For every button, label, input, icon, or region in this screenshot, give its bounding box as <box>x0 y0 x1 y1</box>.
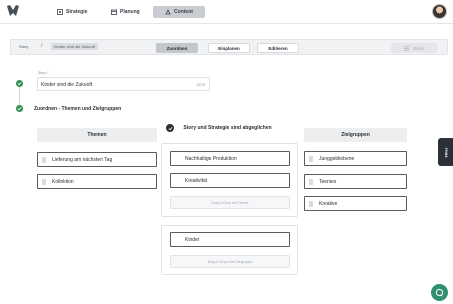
alignment-status-header: Story und Strategie sind abgeglichen <box>183 125 272 131</box>
chat-icon <box>435 288 444 297</box>
drag-handle-icon[interactable] <box>309 200 313 207</box>
assigned-theme-label: Nachhaltige Produktion <box>185 155 237 162</box>
top-navigation: Strategie Planung Content <box>0 0 453 24</box>
drag-handle-icon[interactable] <box>42 156 46 163</box>
chat-support-button[interactable] <box>431 284 448 301</box>
story-button-label: Story <box>413 45 424 51</box>
filter-tab-label: Filter <box>443 147 448 157</box>
assign-button[interactable]: Zuordnen <box>156 43 198 53</box>
assigned-theme-kreativitaet[interactable]: Kreativität <box>170 173 290 188</box>
nav-tab-planung[interactable]: Planung <box>111 6 140 18</box>
breadcrumb-story[interactable]: Story <box>19 44 28 49</box>
filter-side-tab[interactable]: Filter <box>438 138 453 166</box>
audience-dropzone[interactable]: Drag & Drop eine Zielgruppe <box>170 255 290 268</box>
audience-item-label: Junggebliebene <box>319 155 355 162</box>
step-complete-check-icon <box>16 105 23 112</box>
assigned-theme-label: Kreativität <box>185 177 208 184</box>
story-input-value: Kinder sind die Zukunft <box>41 82 93 88</box>
drag-handle-icon[interactable] <box>309 155 313 162</box>
assigned-theme-nachhaltige-produktion[interactable]: Nachhaltige Produktion <box>170 151 290 166</box>
audience-item-teenies[interactable]: Teenies <box>304 174 407 189</box>
nav-tab-label: Planung <box>120 9 140 15</box>
theme-item-kollektion[interactable]: Kollektion <box>37 174 157 189</box>
strategy-icon <box>57 9 63 15</box>
calendar-icon <box>111 9 117 15</box>
story-input[interactable]: Kinder sind die Zukunft 23/75 <box>37 77 210 91</box>
assigned-audience-kinder[interactable]: Kinder <box>170 232 290 247</box>
theme-item-label: Kollektion <box>52 178 74 185</box>
user-avatar[interactable] <box>432 4 447 19</box>
audiences-column-header: Zielgruppen <box>304 128 407 142</box>
theme-dropzone[interactable]: Drag & Drop ein Theme <box>170 196 290 209</box>
drag-handle-icon[interactable] <box>309 178 313 185</box>
breadcrumb-current: Kinder sind die Zukunft <box>51 43 98 50</box>
schedule-button[interactable]: Einplanen <box>208 43 250 53</box>
brand-logo-icon[interactable] <box>6 4 20 18</box>
edit-button[interactable]: Editieren <box>257 43 299 53</box>
content-icon <box>165 9 171 15</box>
themes-column-header: Themen <box>37 128 157 142</box>
nav-tab-label: Content <box>174 9 193 15</box>
audience-item-label: Teenies <box>319 178 337 185</box>
list-icon <box>404 46 410 50</box>
story-button[interactable]: Story <box>391 43 437 53</box>
nav-tab-content[interactable]: Content <box>153 6 205 18</box>
nav-tab-label: Strategie <box>66 9 88 15</box>
audience-item-junggebliebene[interactable]: Junggebliebene <box>304 151 407 166</box>
story-field-label: Story * <box>38 71 49 75</box>
step-complete-check-icon <box>16 80 23 87</box>
section-title: Zuordnen - Themen und Zielgruppen <box>34 106 122 112</box>
character-counter: 23/75 <box>196 82 205 87</box>
nav-tab-strategie[interactable]: Strategie <box>57 6 87 18</box>
story-toolbar: Story / Kinder sind die Zukunft Zuordnen… <box>10 39 448 55</box>
theme-item-label: Lieferung am nächsten Tag <box>52 156 113 163</box>
drag-handle-icon[interactable] <box>42 178 46 185</box>
audience-item-kreative[interactable]: Kreative <box>304 196 407 211</box>
assigned-audience-label: Kinder <box>185 236 200 243</box>
audience-item-label: Kreative <box>319 200 338 207</box>
breadcrumb-separator: / <box>41 43 43 49</box>
theme-item-lieferung[interactable]: Lieferung am nächsten Tag <box>37 152 157 167</box>
